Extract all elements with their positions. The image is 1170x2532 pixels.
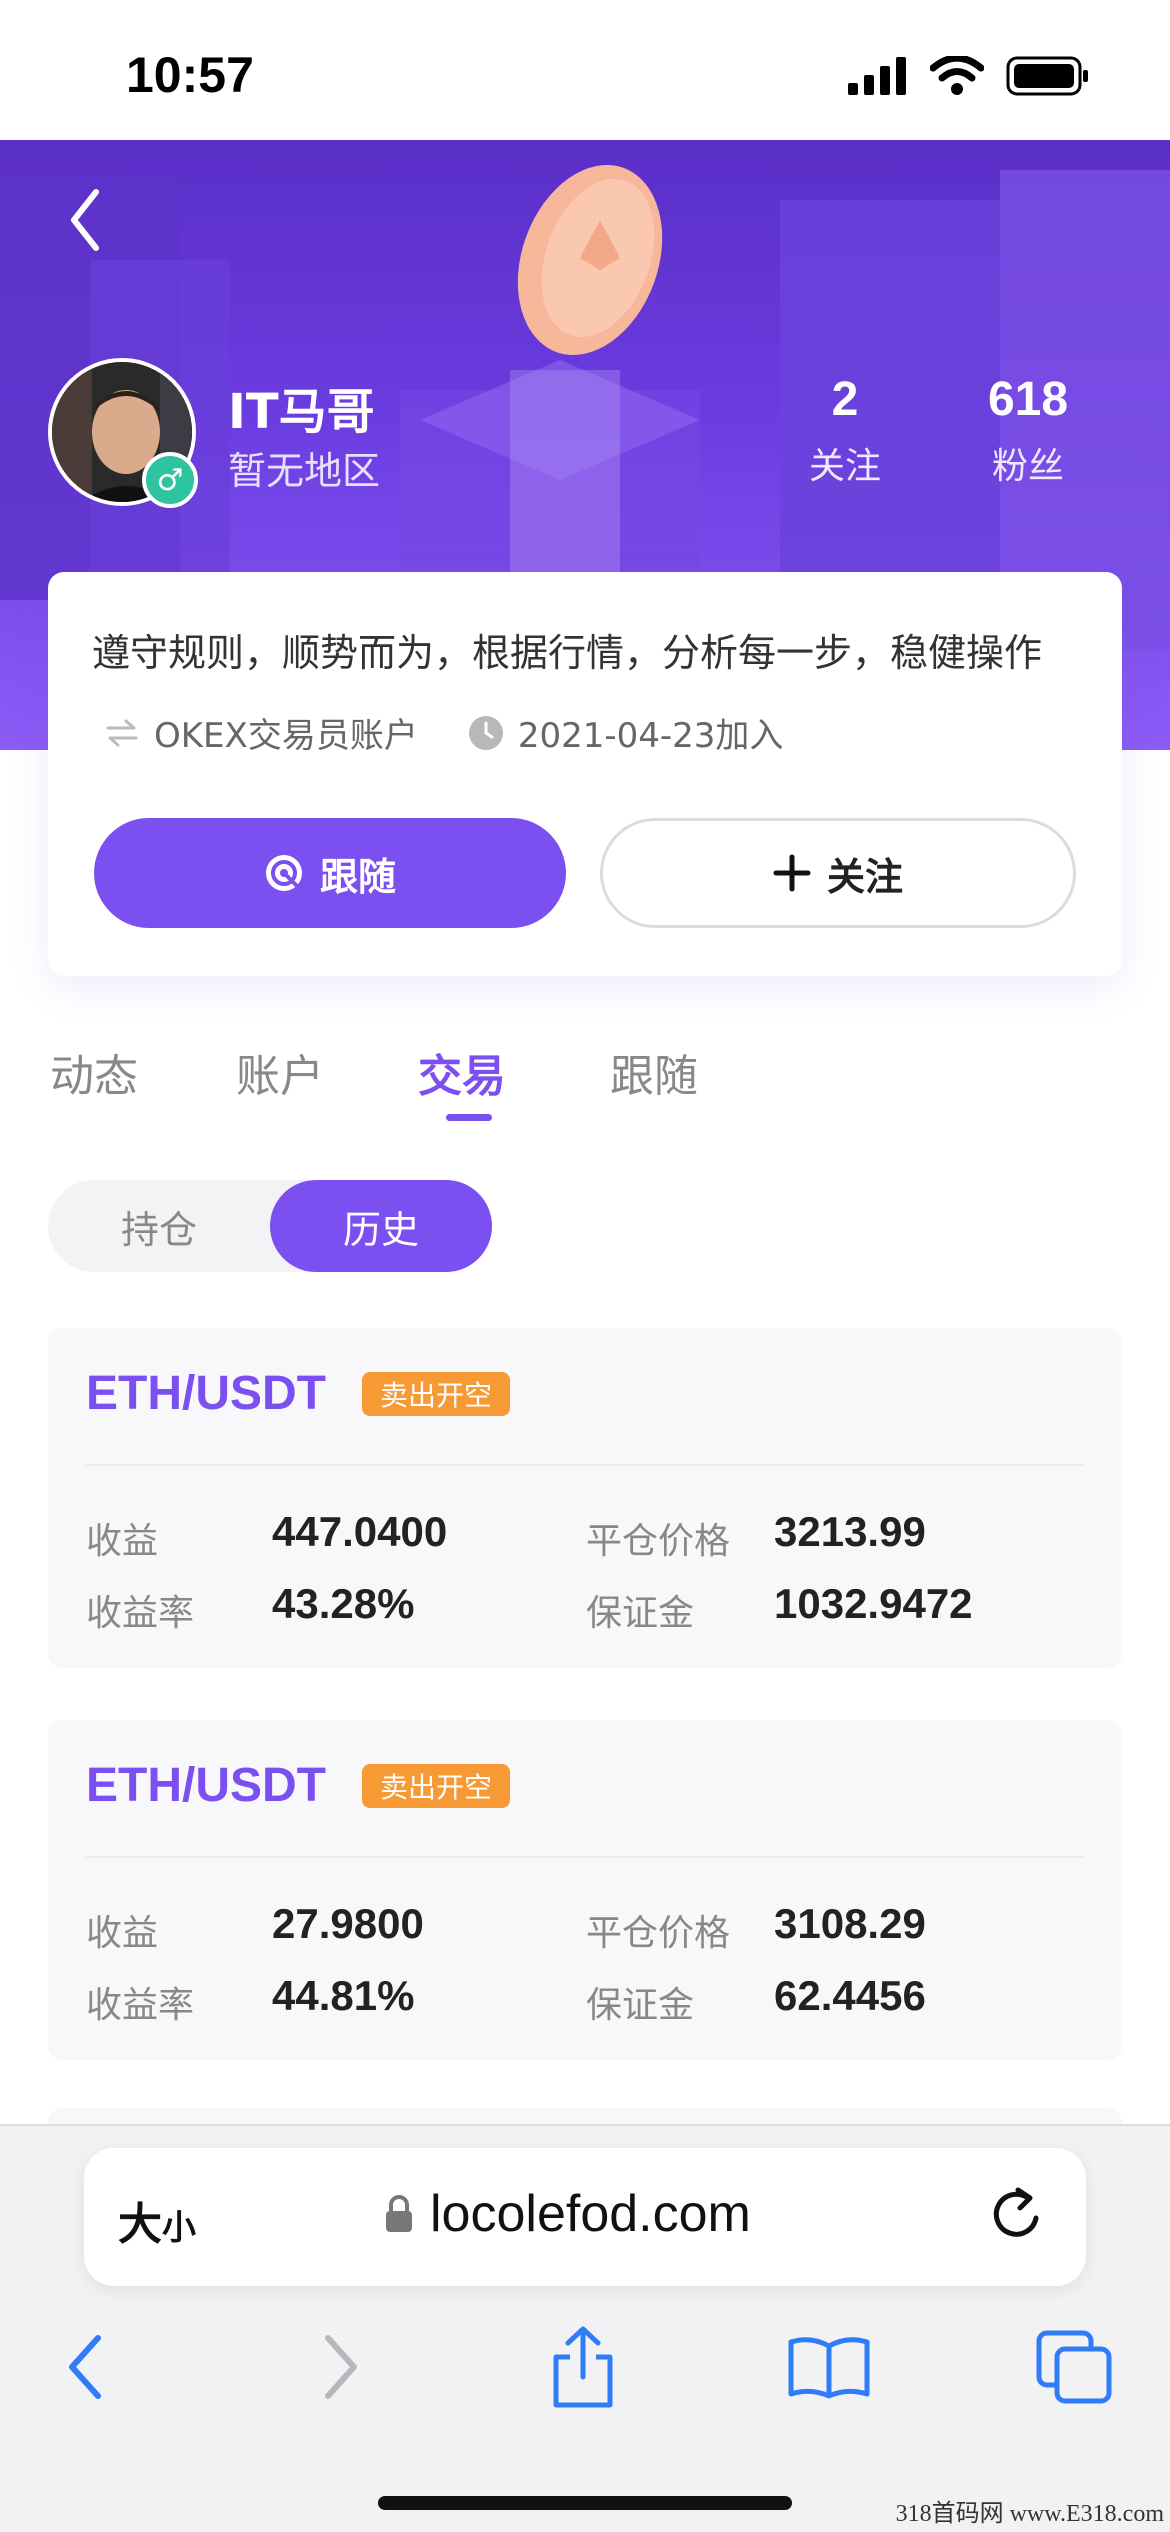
chevron-right-icon: [325, 2335, 357, 2399]
trade-side-badge: 卖出开空: [362, 1372, 511, 1416]
tabs-icon: [1036, 2330, 1112, 2404]
rate-row: 收益率 43.28%: [86, 1580, 414, 1636]
home-indicator: [378, 2496, 792, 2510]
following-stat[interactable]: 2 关注: [800, 372, 890, 489]
margin-row: 保证金 1032.9472: [586, 1580, 973, 1636]
profit-value: 447.0400: [272, 1508, 448, 1555]
follow-user-button[interactable]: 关注: [600, 818, 1076, 928]
share-button[interactable]: [538, 2322, 628, 2412]
tab-account[interactable]: 账户: [236, 1040, 324, 1104]
book-icon: [788, 2337, 870, 2399]
rate-value: 43.28%: [272, 1580, 415, 1627]
profit-label: 收益: [86, 1521, 159, 1562]
user-region: 暂无地区: [228, 449, 381, 493]
rate-label: 收益率: [86, 1985, 195, 2026]
target-icon: [265, 855, 302, 891]
text-size-small: 小: [162, 2208, 196, 2248]
trade-pair: ETH/USDT: [86, 1759, 326, 1812]
status-icons: [848, 56, 1090, 96]
tab-trades[interactable]: 交易: [418, 1040, 506, 1104]
text-size-large: 大: [118, 2199, 162, 2250]
trade-card[interactable]: ETH/USDT 卖出开空 收益 27.9800 平仓价格 3108.29 收益…: [48, 1720, 1122, 2060]
close-price-value: 3213.99: [774, 1508, 926, 1555]
tab-followers[interactable]: 跟随: [610, 1040, 698, 1104]
followers-count: 618: [987, 373, 1069, 426]
profit-value: 27.9800: [272, 1900, 424, 1947]
profit-row: 收益 27.9800: [86, 1900, 424, 1956]
margin-label: 保证金: [586, 1593, 695, 1634]
close-price-label: 平仓价格: [586, 1913, 731, 1954]
battery-icon: [1006, 56, 1088, 96]
trade-card[interactable]: ETH/USDT 卖出开空 收益 447.0400 平仓价格 3213.99 收…: [48, 1328, 1122, 1668]
trade-pair: ETH/USDT: [86, 1367, 326, 1420]
join-date: 2021-04-23加入: [468, 708, 784, 757]
text-size-button[interactable]: 大小: [118, 2188, 196, 2252]
plus-icon: [773, 854, 811, 892]
profile-card: 遵守规则，顺势而为，根据行情，分析每一步，稳健操作 OKEX交易员账户 2021…: [48, 572, 1122, 976]
trade-side-badge: 卖出开空: [362, 1764, 511, 1808]
share-icon: [553, 2326, 613, 2408]
margin-row: 保证金 62.4456: [586, 1972, 926, 2028]
wifi-icon: [930, 56, 984, 95]
tabs-button[interactable]: [1030, 2322, 1120, 2412]
tab-underline: [446, 1114, 492, 1121]
margin-label: 保证金: [586, 1985, 695, 2026]
exchange-arrows-icon: [106, 719, 138, 746]
following-count: 2: [831, 373, 859, 426]
browser-toolbar: 大小 locolefod.com 318首码网 www.E318.com: [0, 2124, 1170, 2532]
close-price-value: 3108.29: [774, 1900, 926, 1947]
chevron-left-icon: [69, 2335, 101, 2399]
position-history-toggle: 持仓 历史: [48, 1180, 492, 1272]
segment-positions[interactable]: 持仓: [48, 1180, 270, 1272]
bio: 遵守规则，顺势而为，根据行情，分析每一步，稳健操作: [92, 631, 1043, 675]
segment-history[interactable]: 历史: [270, 1180, 492, 1272]
close-price-row: 平仓价格 3108.29: [586, 1900, 926, 1956]
profit-row: 收益 447.0400: [86, 1508, 447, 1564]
status-bar: 10:57: [0, 0, 1170, 140]
followers-stat[interactable]: 618 粉丝: [978, 372, 1078, 489]
following-label: 关注: [808, 446, 881, 487]
browser-back-button[interactable]: [42, 2322, 132, 2412]
meta-row: OKEX交易员账户 2021-04-23加入: [104, 708, 833, 757]
account-type: OKEX交易员账户: [104, 708, 418, 757]
divider: [86, 1464, 1084, 1466]
margin-value: 1032.9472: [774, 1580, 973, 1627]
rate-label: 收益率: [86, 1593, 195, 1634]
copy-trade-button[interactable]: 跟随: [94, 818, 566, 928]
followers-label: 粉丝: [991, 446, 1064, 487]
follow-user-label: 关注: [826, 854, 903, 899]
rate-row: 收益率 44.81%: [86, 1972, 414, 2028]
address-bar[interactable]: 大小 locolefod.com: [84, 2148, 1086, 2286]
margin-value: 62.4456: [774, 1972, 926, 2019]
close-price-label: 平仓价格: [586, 1521, 731, 1562]
watermark: 318首码网 www.E318.com: [895, 2501, 1164, 2527]
browser-forward-button[interactable]: [294, 2322, 384, 2412]
rate-value: 44.81%: [272, 1972, 415, 2019]
copy-trade-label: 跟随: [319, 854, 396, 899]
back-arrow-icon[interactable]: [58, 180, 118, 260]
url-display[interactable]: locolefod.com: [384, 2184, 751, 2244]
male-gender-icon: ♂: [142, 452, 198, 508]
divider: [86, 1856, 1084, 1858]
account-type-text: OKEX交易员账户: [154, 716, 418, 756]
tab-activity[interactable]: 动态: [50, 1040, 138, 1104]
cellular-signal-icon: [848, 57, 906, 95]
join-date-text: 2021-04-23加入: [517, 716, 784, 756]
url-text: locolefod.com: [430, 2185, 751, 2243]
bookmarks-button[interactable]: [784, 2322, 874, 2412]
clock-icon: [468, 715, 503, 750]
status-time: 10:57: [126, 47, 254, 103]
reload-icon[interactable]: [988, 2184, 1048, 2248]
profile-tabs: 动态 账户 交易 跟随: [0, 1040, 1170, 1130]
close-price-row: 平仓价格 3213.99: [586, 1508, 926, 1564]
user-name: IT马哥: [228, 384, 375, 440]
profit-label: 收益: [86, 1913, 159, 1954]
lock-icon: [386, 2195, 412, 2232]
